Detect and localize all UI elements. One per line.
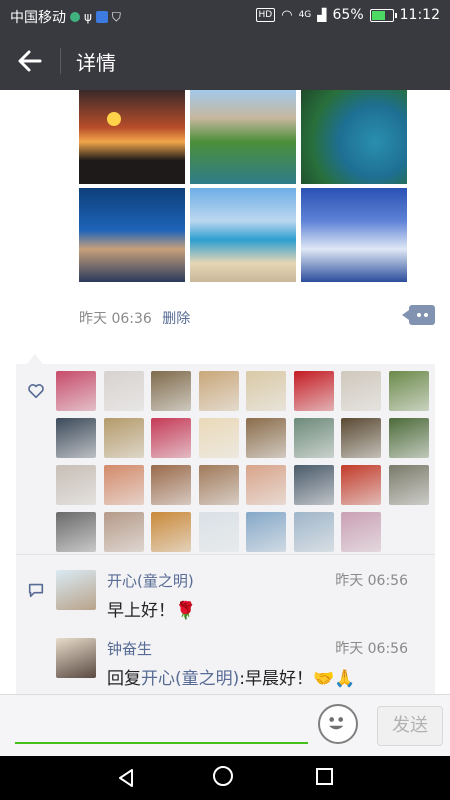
avatar[interactable]	[56, 570, 96, 610]
avatar[interactable]	[56, 638, 96, 678]
send-button[interactable]: 发送	[377, 706, 443, 746]
likes-section	[16, 364, 435, 555]
dot-icon	[424, 313, 428, 317]
battery-percent: 65%	[332, 7, 364, 23]
like-avatar[interactable]	[388, 371, 429, 411]
delete-link[interactable]: 删除	[162, 311, 190, 327]
panel-pointer	[27, 354, 43, 364]
like-avatar[interactable]	[341, 371, 381, 411]
post-photo[interactable]	[79, 90, 185, 184]
like-avatar[interactable]	[103, 418, 144, 458]
like-avatar[interactable]	[293, 418, 334, 458]
like-avatar[interactable]	[151, 418, 191, 458]
app-notification-icon	[70, 12, 80, 22]
like-avatar[interactable]	[56, 371, 96, 411]
like-avatar[interactable]	[151, 512, 191, 552]
system-nav-bar	[0, 756, 450, 800]
like-avatar[interactable]	[198, 512, 239, 552]
back-arrow-icon[interactable]	[14, 45, 46, 77]
like-avatar[interactable]	[198, 371, 239, 411]
reply-prefix: 回复	[107, 669, 141, 689]
like-avatar[interactable]	[388, 418, 429, 458]
shield-icon: ⛉	[111, 9, 121, 24]
comment-author[interactable]: 开心(童之明)	[107, 570, 194, 591]
wifi-icon: ◠	[281, 7, 293, 23]
like-avatar[interactable]	[293, 371, 334, 411]
like-avatar[interactable]	[341, 512, 381, 552]
hd-badge: HD	[255, 8, 276, 22]
like-avatar[interactable]	[151, 465, 191, 505]
comment-time: 昨天 06:56	[335, 641, 408, 657]
recents-square-icon[interactable]	[316, 768, 333, 785]
like-avatar[interactable]	[341, 465, 381, 505]
app-header: 详情	[0, 32, 450, 90]
comment-icon	[28, 583, 44, 598]
post-time: 昨天 06:36	[79, 311, 152, 327]
post-photo[interactable]	[301, 188, 407, 282]
like-avatar[interactable]	[103, 465, 144, 505]
like-avatar[interactable]	[56, 465, 96, 505]
post-photo[interactable]	[79, 188, 185, 282]
post-meta: 昨天 06:36 删除	[79, 308, 190, 328]
comment-input-bar: 发送	[0, 694, 450, 757]
dot-icon	[417, 313, 421, 317]
comment-text: 早上好！🌹	[107, 601, 197, 621]
smiley-icon	[329, 717, 344, 730]
post-photo[interactable]	[190, 188, 296, 282]
like-avatar[interactable]	[388, 465, 429, 505]
carrier-name: 中国移动	[10, 10, 66, 26]
battery-icon	[369, 8, 397, 22]
like-avatar[interactable]	[246, 512, 286, 552]
like-avatar[interactable]	[56, 512, 96, 552]
like-avatar[interactable]	[341, 418, 381, 458]
back-triangle-icon[interactable]	[116, 768, 136, 788]
like-avatar[interactable]	[293, 465, 334, 505]
like-avatar[interactable]	[246, 465, 286, 505]
reply-mention[interactable]: 开心(童之明)	[141, 669, 239, 689]
comment-input[interactable]	[15, 742, 308, 744]
comment-author[interactable]: 钟奋生	[107, 638, 152, 659]
post-photo[interactable]	[190, 90, 296, 184]
post-photo[interactable]	[301, 90, 407, 184]
more-actions-button[interactable]	[402, 305, 435, 325]
clock: 11:12	[399, 7, 440, 23]
like-avatar[interactable]	[198, 465, 239, 505]
like-avatar[interactable]	[246, 371, 286, 411]
comment-text: 回复开心(童之明):早晨好！🤝🙏	[107, 664, 355, 689]
like-avatar[interactable]	[293, 512, 334, 552]
home-circle-icon[interactable]	[213, 766, 233, 786]
like-avatar[interactable]	[151, 371, 191, 411]
comment-time: 昨天 06:56	[335, 573, 408, 589]
network-type: 4G	[298, 10, 312, 20]
app-notification-icon	[95, 11, 108, 23]
usb-icon: ψ	[84, 10, 92, 24]
like-avatar[interactable]	[246, 418, 286, 458]
signal-icon: ▟	[317, 8, 327, 22]
page-title: 详情	[76, 51, 116, 75]
like-avatar[interactable]	[103, 512, 144, 552]
like-avatar[interactable]	[56, 418, 96, 458]
emoji-button[interactable]	[318, 704, 358, 744]
heart-icon	[28, 384, 44, 399]
reply-text: :早晨好！🤝🙏	[239, 669, 356, 689]
header-divider	[60, 48, 61, 74]
like-avatar[interactable]	[198, 418, 239, 458]
status-bar: 中国移动 ψ ⛉ HD ◠ 4G ▟ 65% 11:12	[0, 0, 450, 32]
like-avatar[interactable]	[103, 371, 144, 411]
likes-comments-panel: 开心(童之明) 昨天 06:56 早上好！🌹 钟奋生 昨天 06:56 回复开心…	[16, 364, 435, 694]
